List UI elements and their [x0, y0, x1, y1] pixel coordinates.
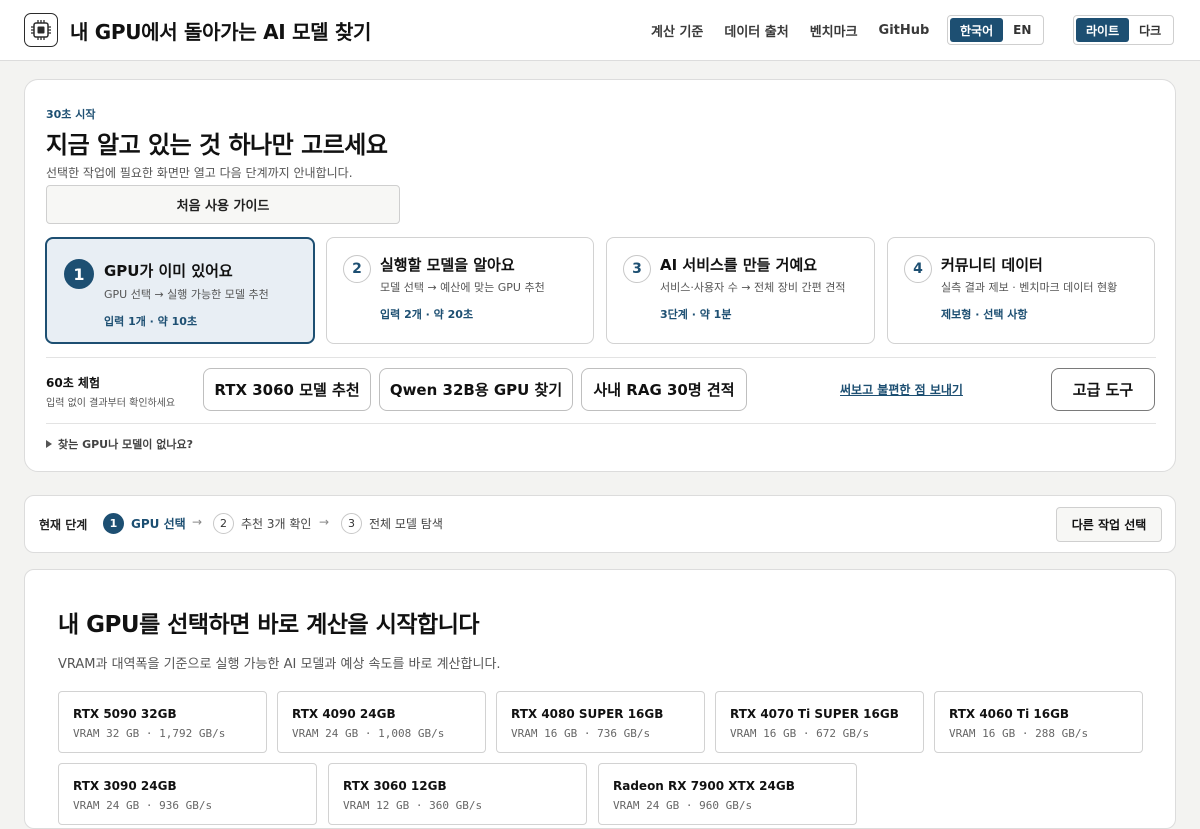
step-explore-models[interactable]: 3 전체 모델 탐색	[341, 513, 443, 534]
demo-chip-rag-quote[interactable]: 사내 RAG 30명 견적	[581, 368, 747, 411]
option-community-data[interactable]: 4 커뮤니티 데이터 실측 결과 제보 · 벤치마크 데이터 현황 제보형 · …	[887, 237, 1155, 344]
option-meta: 입력 1개 · 약 10초	[104, 315, 198, 328]
gpu-tile-rtx4090[interactable]: RTX 4090 24GB VRAM 24 GB · 1,008 GB/s	[277, 691, 486, 753]
option-meta: 입력 2개 · 약 20초	[380, 308, 474, 321]
option-number: 3	[623, 255, 651, 283]
nav-link-calc-basis[interactable]: 계산 기준	[651, 21, 703, 40]
option-have-gpu[interactable]: 1 GPU가 이미 있어요 GPU 선택 → 실행 가능한 모델 추천 입력 1…	[45, 237, 315, 344]
gpu-name: Radeon RX 7900 XTX 24GB	[613, 779, 795, 793]
gpu-spec: VRAM 16 GB · 736 GB/s	[511, 727, 651, 740]
nav-link-benchmark[interactable]: 벤치마크	[810, 21, 858, 40]
divider	[46, 423, 1156, 424]
step-number: 1	[103, 513, 124, 534]
missing-gpu-model-toggle[interactable]: 찾는 GPU나 모델이 없나요?	[46, 436, 193, 452]
progress-steps-card: 현재 단계 1 GPU 선택 → 2 추천 3개 확인 → 3 전체 모델 탐색…	[24, 495, 1176, 553]
option-desc: GPU 선택 → 실행 가능한 모델 추천	[104, 288, 269, 301]
app-title: 내 GPU에서 돌아가는 AI 모델 찾기	[70, 19, 372, 44]
gpu-section-title: 내 GPU를 선택하면 바로 계산을 시작합니다	[58, 612, 480, 638]
app-header: 내 GPU에서 돌아가는 AI 모델 찾기 계산 기준 데이터 출처 벤치마크 …	[0, 0, 1200, 61]
gpu-select-card: 내 GPU를 선택하면 바로 계산을 시작합니다 VRAM과 대역폭을 기준으로…	[24, 569, 1176, 829]
try-subtitle: 입력 없이 결과부터 확인하세요	[46, 398, 176, 409]
gpu-name: RTX 4080 SUPER 16GB	[511, 707, 664, 721]
option-desc: 실측 결과 제보 · 벤치마크 데이터 현황	[941, 281, 1118, 294]
advanced-tools-button[interactable]: 고급 도구	[1051, 368, 1155, 411]
option-title: GPU가 이미 있어요	[104, 262, 233, 280]
demo-chip-qwen32b[interactable]: Qwen 32B용 GPU 찾기	[379, 368, 573, 411]
first-use-guide-button[interactable]: 처음 사용 가이드	[46, 185, 400, 224]
nav-link-data-source[interactable]: 데이터 출처	[724, 21, 788, 40]
try-label: 60초 체험	[46, 376, 100, 390]
nav-link-github[interactable]: GitHub	[879, 23, 930, 38]
step-number: 3	[341, 513, 362, 534]
gpu-spec: VRAM 16 GB · 672 GB/s	[730, 727, 870, 740]
quick-start-eyebrow: 30초 시작	[46, 108, 96, 121]
gpu-tile-rtx4070ti-super[interactable]: RTX 4070 Ti SUPER 16GB VRAM 16 GB · 672 …	[715, 691, 924, 753]
option-desc: 모델 선택 → 예산에 맞는 GPU 추천	[380, 281, 545, 294]
language-toggle: 한국어 EN	[947, 15, 1045, 45]
step-number: 2	[213, 513, 234, 534]
step-text: 전체 모델 탐색	[369, 517, 443, 531]
gpu-spec: VRAM 16 GB · 288 GB/s	[949, 727, 1089, 740]
gpu-name: RTX 4070 Ti SUPER 16GB	[730, 707, 899, 721]
option-desc: 서비스·사용자 수 → 전체 장비 간편 견적	[660, 281, 846, 294]
option-meta: 3단계 · 약 1분	[660, 308, 732, 321]
choose-other-task-button[interactable]: 다른 작업 선택	[1056, 507, 1162, 542]
step-gpu-select[interactable]: 1 GPU 선택	[103, 513, 186, 534]
step-text: GPU 선택	[131, 517, 186, 531]
step-check-recommendations[interactable]: 2 추천 3개 확인	[213, 513, 311, 534]
theme-toggle: 라이트 다크	[1073, 15, 1175, 45]
gpu-tile-rx7900xtx[interactable]: Radeon RX 7900 XTX 24GB VRAM 24 GB · 960…	[598, 763, 857, 825]
gpu-tile-rtx4080-super[interactable]: RTX 4080 SUPER 16GB VRAM 16 GB · 736 GB/…	[496, 691, 705, 753]
gpu-spec: VRAM 24 GB · 960 GB/s	[613, 799, 753, 812]
lang-option-en[interactable]: EN	[1003, 18, 1041, 42]
theme-option-dark[interactable]: 다크	[1129, 18, 1171, 42]
option-meta: 제보형 · 선택 사항	[941, 308, 1028, 321]
arrow-right-icon: →	[192, 515, 203, 529]
arrow-right-icon: →	[319, 515, 330, 529]
gpu-section-subtitle: VRAM과 대역폭을 기준으로 실행 가능한 AI 모델과 예상 속도를 바로 …	[58, 657, 501, 672]
option-title: 커뮤니티 데이터	[941, 256, 1043, 274]
option-number: 2	[343, 255, 371, 283]
gpu-tile-rtx3090[interactable]: RTX 3090 24GB VRAM 24 GB · 936 GB/s	[58, 763, 317, 825]
step-text: 추천 3개 확인	[241, 517, 312, 531]
gpu-name: RTX 4090 24GB	[292, 707, 396, 721]
lang-option-ko[interactable]: 한국어	[950, 18, 1004, 42]
gpu-tile-rtx3060[interactable]: RTX 3060 12GB VRAM 12 GB · 360 GB/s	[328, 763, 587, 825]
missing-toggle-label: 찾는 GPU나 모델이 없나요?	[58, 438, 193, 451]
top-nav: 계산 기준 데이터 출처 벤치마크 GitHub	[651, 0, 929, 61]
feedback-link[interactable]: 써보고 불편한 점 보내기	[840, 381, 963, 398]
divider	[46, 357, 1156, 358]
gpu-name: RTX 3090 24GB	[73, 779, 177, 793]
quick-start-title: 지금 알고 있는 것 하나만 고르세요	[46, 131, 388, 159]
demo-chip-rtx3060[interactable]: RTX 3060 모델 추천	[203, 368, 371, 411]
theme-option-light[interactable]: 라이트	[1076, 18, 1130, 42]
option-build-service[interactable]: 3 AI 서비스를 만들 거예요 서비스·사용자 수 → 전체 장비 간편 견적…	[606, 237, 875, 344]
gpu-name: RTX 4060 Ti 16GB	[949, 707, 1070, 721]
caret-right-icon	[46, 440, 52, 448]
option-title: AI 서비스를 만들 거예요	[660, 256, 818, 274]
quick-start-card: 30초 시작 지금 알고 있는 것 하나만 고르세요 선택한 작업에 필요한 화…	[24, 79, 1176, 472]
gpu-chip-icon	[24, 13, 58, 47]
gpu-spec: VRAM 24 GB · 936 GB/s	[73, 799, 213, 812]
gpu-spec: VRAM 32 GB · 1,792 GB/s	[73, 727, 226, 740]
gpu-spec: VRAM 12 GB · 360 GB/s	[343, 799, 483, 812]
option-title: 실행할 모델을 알아요	[380, 256, 515, 274]
gpu-tile-rtx5090[interactable]: RTX 5090 32GB VRAM 32 GB · 1,792 GB/s	[58, 691, 267, 753]
gpu-name: RTX 3060 12GB	[343, 779, 447, 793]
option-number: 4	[904, 255, 932, 283]
quick-start-subtitle: 선택한 작업에 필요한 화면만 열고 다음 단계까지 안내합니다.	[46, 166, 353, 180]
option-know-model[interactable]: 2 실행할 모델을 알아요 모델 선택 → 예산에 맞는 GPU 추천 입력 2…	[326, 237, 594, 344]
gpu-spec: VRAM 24 GB · 1,008 GB/s	[292, 727, 445, 740]
option-number: 1	[64, 259, 94, 289]
gpu-name: RTX 5090 32GB	[73, 707, 177, 721]
current-step-label: 현재 단계	[39, 518, 88, 532]
gpu-tile-rtx4060ti[interactable]: RTX 4060 Ti 16GB VRAM 16 GB · 288 GB/s	[934, 691, 1143, 753]
